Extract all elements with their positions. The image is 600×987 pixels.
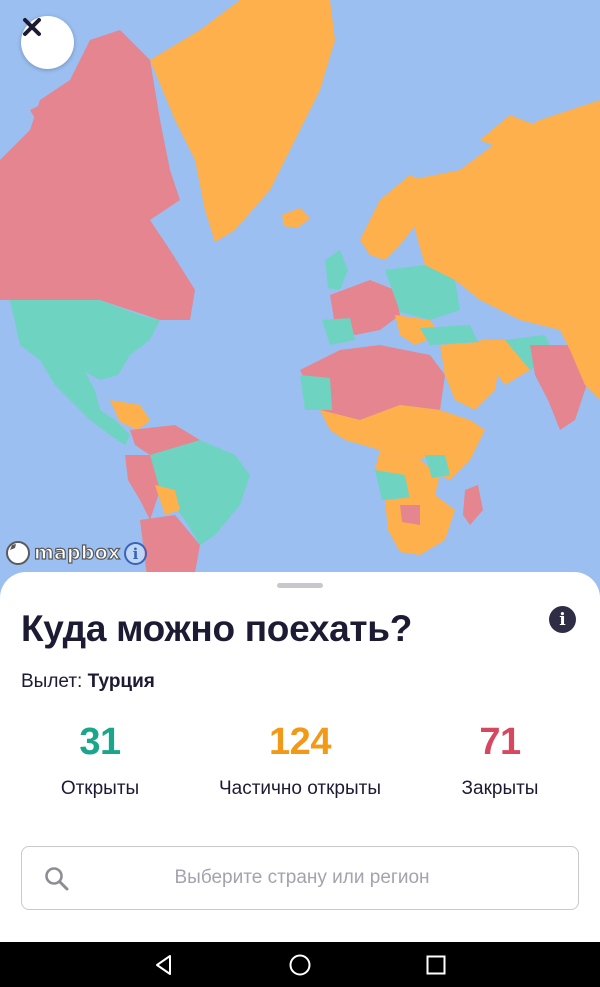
stat-partially-open-count: 124 xyxy=(269,721,331,763)
stat-open: 31 Открыты xyxy=(40,720,160,800)
page-title: Куда можно поехать? xyxy=(21,608,413,649)
home-icon[interactable] xyxy=(288,953,312,977)
region-west-africa xyxy=(300,375,332,410)
search-box[interactable] xyxy=(21,846,579,910)
region-southern-africa-closed xyxy=(400,505,420,525)
close-button[interactable] xyxy=(21,16,74,69)
stat-closed-label: Закрыты xyxy=(461,778,539,799)
region-turkey xyxy=(420,325,478,345)
stat-partially-open-label: Частично открыты xyxy=(218,778,382,799)
system-navigation-bar xyxy=(0,942,600,987)
stat-open-count: 31 xyxy=(79,721,121,763)
stat-open-label: Открыты xyxy=(60,778,140,799)
sheet-drag-handle[interactable] xyxy=(277,583,323,588)
mapbox-logo-icon xyxy=(6,541,30,565)
recents-icon[interactable] xyxy=(424,953,448,977)
mapbox-logo[interactable]: mapbox xyxy=(6,540,121,566)
world-map[interactable]: mapbox i xyxy=(0,0,600,600)
stat-closed-count: 71 xyxy=(479,721,521,763)
map-canvas[interactable] xyxy=(0,0,600,600)
map-attribution-info-icon[interactable]: i xyxy=(124,542,147,565)
departure-label: Вылет: xyxy=(21,671,83,692)
stat-closed: 71 Закрыты xyxy=(440,720,560,800)
close-icon xyxy=(23,18,41,36)
mapbox-logo-text: mapbox xyxy=(33,541,121,564)
departure-info: Вылет: Турция xyxy=(21,671,155,693)
stat-partially-open: 124 Частично открыты xyxy=(190,720,410,800)
bottom-sheet: Куда можно поехать? i Вылет: Турция 31 О… xyxy=(0,572,600,942)
search-input[interactable] xyxy=(82,857,522,899)
info-icon[interactable]: i xyxy=(549,606,576,633)
search-icon xyxy=(45,867,69,891)
back-icon[interactable] xyxy=(152,953,176,977)
departure-country: Турция xyxy=(87,671,155,692)
